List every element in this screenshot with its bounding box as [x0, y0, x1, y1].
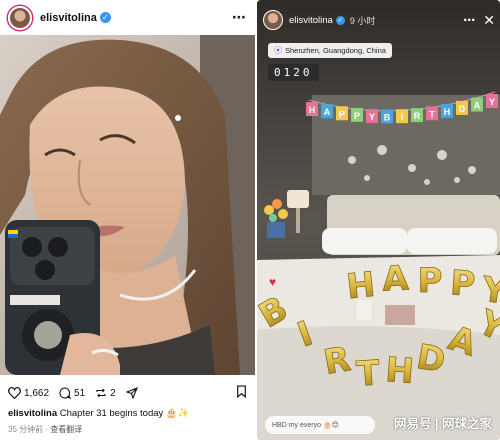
- balloon-letter: H: [345, 265, 377, 308]
- balloon-letter: R: [321, 339, 354, 383]
- avatar[interactable]: [8, 5, 32, 30]
- more-options-icon[interactable]: ⋯: [232, 9, 247, 26]
- location-pin-icon: ⦿: [274, 46, 282, 55]
- repost-action[interactable]: 2: [95, 387, 116, 399]
- caption-username[interactable]: elisvitolina: [8, 408, 57, 419]
- balloon-letter: P: [449, 263, 477, 305]
- location-text: Shenzhen, Guangdong, China: [285, 46, 386, 55]
- bookmark-icon: [237, 385, 246, 399]
- post-caption: elisvitolina Chapter 31 begins today 🎂✨: [8, 408, 190, 419]
- balloon-letter: H: [384, 350, 415, 392]
- balloon-letter: T: [355, 353, 382, 395]
- balloon-letter: B: [257, 289, 295, 337]
- post-header: elisvitolina ✓ ⋯: [0, 0, 255, 35]
- watermark: 网易号 | 网球之家: [394, 417, 492, 431]
- balloon-letter: P: [418, 261, 443, 301]
- verified-badge-icon: ✓: [99, 12, 111, 23]
- caption-meta: 35 分钟前 · 查看翻译: [8, 425, 83, 434]
- story-avatar[interactable]: [263, 10, 283, 30]
- balloon-letter: I: [292, 314, 318, 356]
- like-action[interactable]: 1,662: [8, 387, 49, 399]
- bookmark-button[interactable]: [236, 385, 247, 401]
- instagram-story: HAPPYBIRTHDAY HAPPYBIRTHDAY elisvitolina…: [257, 0, 500, 440]
- reply-text: HBD my everyo 🎂😊: [272, 422, 339, 429]
- share-action[interactable]: [125, 387, 141, 399]
- post-photo: [0, 35, 255, 375]
- balloon-letter: A: [381, 258, 410, 299]
- close-icon[interactable]: ✕: [483, 12, 495, 29]
- caption-text: Chapter 31 begins today 🎂✨: [57, 408, 190, 419]
- translate-link[interactable]: 查看翻译: [50, 425, 82, 434]
- repost-icon: [96, 388, 106, 398]
- post-username[interactable]: elisvitolina: [40, 12, 97, 24]
- post-time: 35 分钟前: [8, 425, 44, 434]
- comment-action[interactable]: 51: [59, 387, 85, 399]
- balloon-letter: A: [444, 318, 482, 364]
- reposts-count: 2: [110, 387, 116, 399]
- share-icon: [125, 387, 138, 399]
- balloon-letter: D: [414, 337, 449, 381]
- story-header: elisvitolina ✓ 9 小时 ⋯ ✕: [263, 8, 495, 32]
- heart-icon: ♥: [269, 275, 277, 289]
- selfie-illustration: [0, 35, 255, 375]
- time-sticker: 0120: [268, 64, 319, 81]
- comments-count: 51: [74, 387, 86, 399]
- location-sticker[interactable]: ⦿ Shenzhen, Guangdong, China: [268, 43, 392, 58]
- comment-icon: [59, 387, 72, 399]
- more-options-icon[interactable]: ⋯: [463, 13, 475, 27]
- heart-icon: [8, 387, 21, 399]
- story-username[interactable]: elisvitolina: [289, 15, 333, 26]
- verified-badge-icon: ✓: [335, 15, 345, 25]
- post-actions: 1,662 51 2: [0, 382, 255, 404]
- story-time: 9 小时: [349, 15, 376, 26]
- instagram-post: elisvitolina ✓ ⋯ 1,662 51 2 elisvitolina…: [0, 0, 255, 440]
- story-reply-input[interactable]: HBD my everyo 🎂😊: [265, 416, 375, 434]
- likes-count: 1,662: [24, 387, 50, 399]
